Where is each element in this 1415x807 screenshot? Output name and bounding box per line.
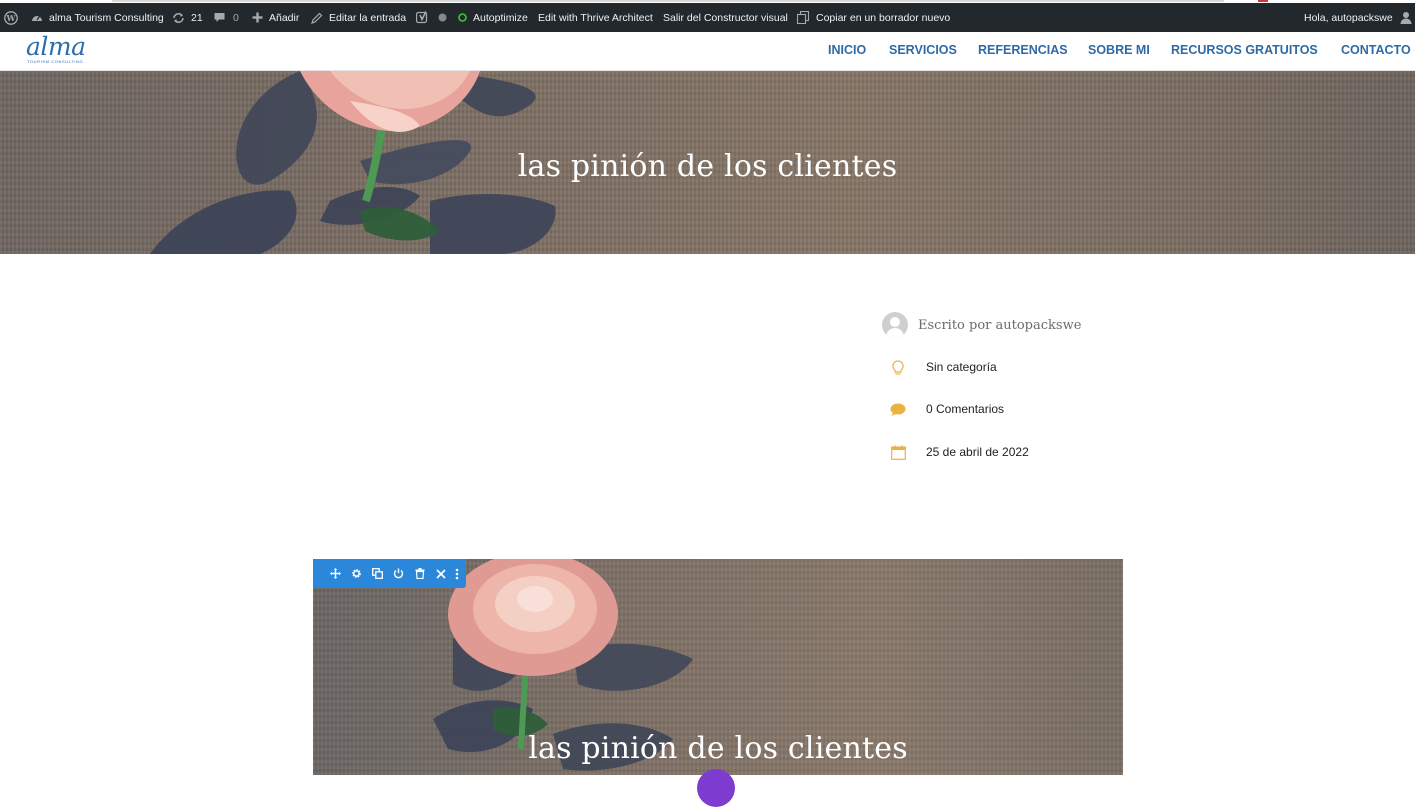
updates-count: 21 (191, 11, 203, 24)
settings-icon[interactable] (346, 559, 367, 588)
power-icon[interactable] (388, 559, 409, 588)
post-category[interactable]: Sin categoría (888, 359, 997, 375)
copy-to-draft-link[interactable]: Copiar en un borrador nuevo (797, 3, 950, 32)
pencil-icon (311, 12, 323, 24)
comments-count: 0 (233, 11, 239, 24)
nav-item-contacto[interactable]: CONTACTO (1341, 43, 1411, 57)
greeting-label: Hola, autopackswe (1304, 11, 1393, 24)
comment-icon (888, 401, 908, 417)
post-date: 25 de abril de 2022 (888, 444, 1029, 460)
category-label: Sin categoría (926, 360, 997, 374)
edit-post-link[interactable]: Editar la entrada (311, 3, 406, 32)
plus-icon (252, 12, 263, 23)
logo-tagline: TOURISM CONSULTING (27, 59, 84, 64)
site-name-label: alma Tourism Consulting (49, 11, 164, 24)
new-content-menu[interactable]: Añadir (252, 3, 299, 32)
lightbulb-icon (888, 359, 908, 375)
date-label: 25 de abril de 2022 (926, 445, 1029, 459)
nav-item-servicios[interactable]: SERVICIOS (889, 43, 957, 57)
hero-banner: las pinión de los clientes (0, 71, 1415, 254)
more-icon[interactable] (451, 559, 463, 588)
svg-text:W: W (6, 13, 17, 23)
post-author[interactable]: Escrito por autopackswe (882, 312, 1081, 338)
move-icon[interactable] (325, 559, 346, 588)
site-name-menu[interactable]: alma Tourism Consulting (31, 3, 164, 32)
dashboard-icon (31, 12, 43, 23)
comments-menu[interactable]: 0 (214, 3, 239, 32)
logo-wordmark: alma (26, 32, 86, 61)
thrive-label: Edit with Thrive Architect (538, 11, 653, 24)
post-comments[interactable]: 0 Comentarios (888, 401, 1004, 417)
trash-icon[interactable] (409, 559, 430, 588)
updates-menu[interactable]: 21 (172, 3, 203, 32)
builder-section-toolbar (313, 559, 466, 588)
hero-title: las pinión de los clientes (517, 149, 898, 184)
copy-icon (797, 11, 810, 24)
new-content-label: Añadir (269, 11, 300, 24)
nav-item-recursos-gratuitos[interactable]: RECURSOS GRATUITOS (1171, 43, 1318, 57)
autoptimize-label: Autoptimize (473, 11, 528, 24)
yoast-seo-icon[interactable] (416, 3, 429, 32)
comment-bubble-icon (214, 12, 225, 23)
nav-item-sobre-mi[interactable]: SOBRE MI (1088, 43, 1150, 57)
site-logo[interactable]: alma TOURISM CONSULTING (26, 33, 86, 67)
nav-item-referencias[interactable]: REFERENCIAS (978, 43, 1068, 57)
edit-with-thrive-link[interactable]: Edit with Thrive Architect (538, 3, 653, 32)
user-avatar-icon (1400, 11, 1412, 24)
exit-visual-builder-link[interactable]: Salir del Constructor visual (663, 3, 788, 32)
autoptimize-status-icon (458, 13, 467, 22)
wordpress-logo-icon[interactable]: W (4, 3, 18, 32)
seo-score-dot-icon[interactable] (438, 3, 447, 32)
nav-item-inicio[interactable]: INICIO (828, 43, 866, 57)
admin-bar: W alma Tourism Consulting 21 0 Añadir Ed… (0, 0, 1415, 32)
close-icon[interactable] (430, 559, 451, 588)
author-label: Escrito por autopackswe (918, 317, 1082, 333)
site-header: alma TOURISM CONSULTING INICIO SERVICIOS… (0, 32, 1415, 71)
copy-draft-label: Copiar en un borrador nuevo (816, 11, 951, 24)
exit-builder-label: Salir del Constructor visual (663, 11, 788, 24)
builder-section[interactable]: las pinión de los clientes (313, 559, 1123, 775)
duplicate-icon[interactable] (367, 559, 388, 588)
builder-section-title: las pinión de los clientes (528, 731, 908, 766)
calendar-icon (888, 444, 908, 460)
updates-icon (172, 12, 185, 24)
my-account-menu[interactable]: Hola, autopackswe (1304, 3, 1412, 32)
author-avatar (882, 312, 908, 338)
autoptimize-menu[interactable]: Autoptimize (458, 3, 528, 32)
edit-post-label: Editar la entrada (329, 11, 407, 24)
comments-label: 0 Comentarios (926, 402, 1005, 416)
